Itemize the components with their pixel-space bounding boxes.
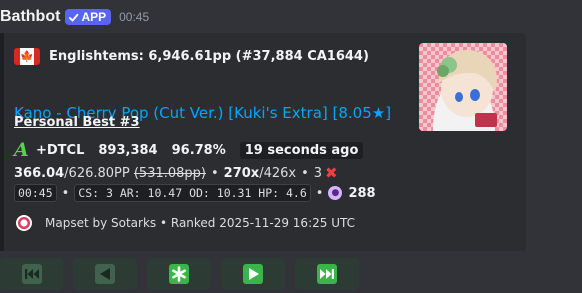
personal-best-heading: Personal Best #3 xyxy=(14,115,140,130)
last-page-icon xyxy=(317,264,337,284)
miss-count: 3 xyxy=(313,165,323,181)
miss-icon: ✖ xyxy=(325,164,338,182)
pp-max: /626.80PP xyxy=(64,165,130,181)
pp-achieved: 366.04 xyxy=(14,165,65,181)
max-combo: /426x xyxy=(259,165,297,181)
combo: 270x xyxy=(223,165,260,181)
first-page-button[interactable] xyxy=(0,258,63,290)
canada-flag-icon: 🍁 xyxy=(14,47,40,65)
asterisk-icon xyxy=(169,264,189,284)
mods: +DTCL xyxy=(36,142,85,158)
first-page-icon xyxy=(21,264,42,284)
playcount: 288 xyxy=(348,185,376,201)
score-stats-row: A +DTCL 893,384 96.78% 19 seconds ago xyxy=(14,138,364,161)
osu-logo-icon xyxy=(14,213,34,233)
last-page-button[interactable] xyxy=(295,258,359,290)
jump-page-button[interactable] xyxy=(147,258,211,290)
playcount-icon: ● xyxy=(328,186,343,200)
pp-if-fc: (531.08pp) xyxy=(133,165,206,181)
map-info-row: 00:45 • CS: 3 AR: 10.47 OD: 10.31 HP: 4.… xyxy=(14,183,376,203)
next-page-button[interactable] xyxy=(221,258,285,290)
score-embed: 🍁 Englishtems: 6,946.61pp (#37,884 CA164… xyxy=(0,33,526,251)
app-badge: APP xyxy=(65,9,112,25)
bot-name[interactable]: Bathbot xyxy=(0,8,60,26)
accuracy: 96.78% xyxy=(171,142,226,158)
author-text[interactable]: Englishtems: 6,946.61pp (#37,884 CA1644) xyxy=(49,49,369,64)
time-ago[interactable]: 19 seconds ago xyxy=(239,141,364,159)
message-header: Bathbot APP 00:45 xyxy=(0,6,149,28)
embed-author[interactable]: 🍁 Englishtems: 6,946.61pp (#37,884 CA164… xyxy=(14,46,369,66)
score-value: 893,384 xyxy=(98,142,158,158)
previous-page-button[interactable] xyxy=(73,258,137,290)
checkmark-icon xyxy=(69,13,79,21)
embed-footer: Mapset by Sotarks • Ranked 2025-11-29 16… xyxy=(14,213,355,233)
message-timestamp[interactable]: 00:45 xyxy=(119,10,149,24)
previous-icon xyxy=(95,264,115,284)
map-stats: CS: 3 AR: 10.47 OD: 10.31 HP: 4.6 xyxy=(74,184,311,202)
footer-text: Mapset by Sotarks • Ranked 2025-11-29 16… xyxy=(45,216,355,230)
map-length: 00:45 xyxy=(14,184,57,202)
next-icon xyxy=(243,264,263,284)
beatmap-thumbnail[interactable] xyxy=(419,43,507,131)
app-badge-label: APP xyxy=(81,10,107,24)
grade-a-icon: A xyxy=(14,138,29,161)
pp-row: 366.04 /626.80PP (531.08pp) • 270x /426x… xyxy=(14,164,338,182)
